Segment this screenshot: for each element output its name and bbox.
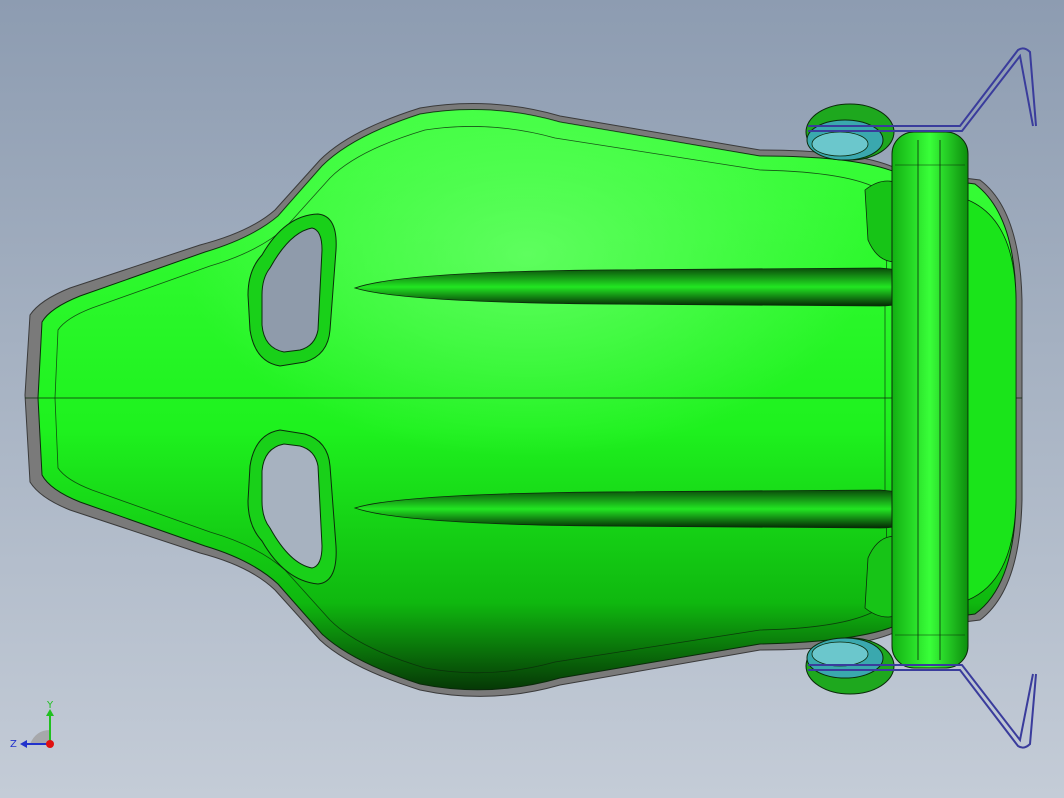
x-axis-dot	[46, 740, 54, 748]
cad-viewport[interactable]: Y Z	[0, 0, 1064, 798]
front-side-bulge	[967, 199, 1017, 601]
front-crossbar	[891, 131, 969, 669]
z-axis-label: Z	[10, 739, 17, 750]
model-view[interactable]	[0, 0, 1064, 798]
axis-triad: Y Z	[10, 700, 54, 750]
y-axis-label: Y	[46, 700, 54, 711]
z-axis-arrow	[20, 740, 27, 748]
